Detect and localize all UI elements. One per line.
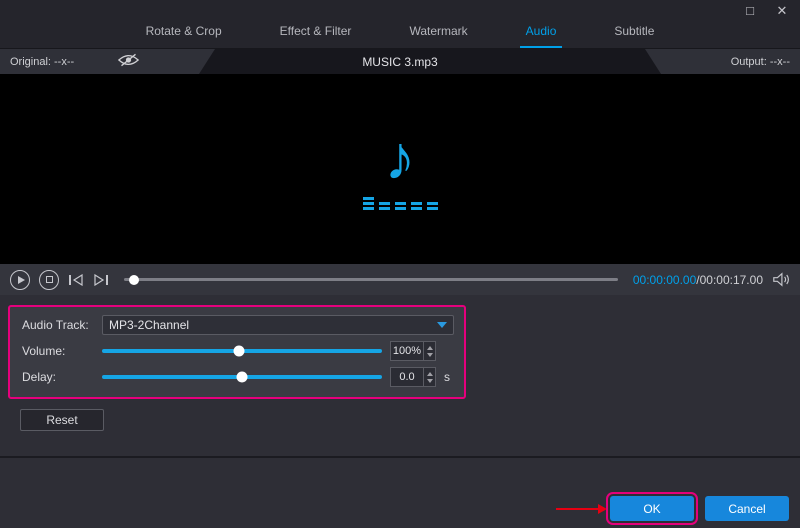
original-label: Original: --x--	[10, 56, 74, 68]
top-bar: □ ✕ Rotate & Crop Effect & Filter Waterm…	[0, 0, 800, 49]
spin-up-icon[interactable]	[427, 372, 433, 376]
preview-area: ♪	[0, 74, 800, 264]
annotation-arrow	[556, 508, 598, 510]
music-note-icon: ♪	[385, 128, 416, 190]
delay-label: Delay:	[22, 370, 94, 384]
delay-unit: s	[444, 370, 454, 384]
audio-track-select[interactable]: MP3-2Channel	[102, 315, 454, 335]
tab-subtitle[interactable]: Subtitle	[608, 18, 660, 48]
info-bar: MUSIC 3.mp3 Original: --x-- Output: --x-…	[0, 49, 800, 74]
ok-button[interactable]: OK	[610, 496, 694, 521]
tab-bar: Rotate & Crop Effect & Filter Watermark …	[0, 18, 800, 48]
stop-icon	[46, 276, 53, 283]
play-button[interactable]	[10, 270, 30, 290]
volume-slider-handle[interactable]	[234, 346, 245, 357]
original-info: Original: --x--	[0, 49, 215, 74]
tab-watermark[interactable]: Watermark	[403, 18, 473, 48]
delay-input[interactable]: 0.0	[390, 367, 436, 387]
player-bar: 00:00:00.00/00:00:17.00	[0, 264, 800, 295]
audio-track-value: MP3-2Channel	[109, 318, 189, 332]
window-controls: □ ✕	[742, 3, 790, 19]
tab-audio[interactable]: Audio	[520, 18, 563, 48]
skip-forward-icon	[93, 274, 109, 286]
spin-up-icon[interactable]	[427, 346, 433, 350]
previous-frame-button[interactable]	[68, 274, 84, 286]
volume-value: 100%	[391, 342, 423, 360]
next-frame-button[interactable]	[93, 274, 109, 286]
current-time: 00:00:00.00	[633, 273, 696, 287]
equalizer-bars-icon	[363, 194, 438, 210]
delay-row: Delay: 0.0 s	[22, 364, 454, 390]
chevron-down-icon	[437, 322, 447, 328]
reset-button[interactable]: Reset	[20, 409, 104, 431]
editor-window: □ ✕ Rotate & Crop Effect & Filter Waterm…	[0, 0, 800, 528]
volume-mute-button[interactable]	[772, 272, 790, 287]
spin-down-icon[interactable]	[427, 379, 433, 383]
delay-spinner[interactable]	[423, 368, 435, 386]
time-display: 00:00:00.00/00:00:17.00	[633, 273, 763, 287]
delay-slider-handle[interactable]	[237, 372, 248, 383]
volume-input[interactable]: 100%	[390, 341, 436, 361]
stop-button[interactable]	[39, 270, 59, 290]
audio-track-row: Audio Track: MP3-2Channel	[22, 312, 454, 338]
delay-slider[interactable]	[102, 375, 382, 379]
volume-row: Volume: 100%	[22, 338, 454, 364]
bottom-bar: OK Cancel	[0, 456, 800, 528]
close-button[interactable]: ✕	[774, 3, 790, 19]
total-time: /00:00:17.00	[696, 273, 763, 287]
skip-back-icon	[68, 274, 84, 286]
output-info: Output: --x--	[645, 49, 800, 74]
audio-settings-panel: Audio Track: MP3-2Channel Volume: 100% D…	[8, 305, 466, 399]
spin-down-icon[interactable]	[427, 353, 433, 357]
delay-value: 0.0	[391, 368, 423, 386]
audio-track-label: Audio Track:	[22, 318, 94, 332]
seek-handle[interactable]	[129, 275, 139, 285]
volume-slider[interactable]	[102, 349, 382, 353]
cancel-button[interactable]: Cancel	[705, 496, 789, 521]
speaker-icon	[772, 272, 790, 287]
seek-slider[interactable]	[124, 278, 618, 281]
play-icon	[18, 276, 25, 284]
volume-spinner[interactable]	[423, 342, 435, 360]
tab-effect-and-filter[interactable]: Effect & Filter	[274, 18, 358, 48]
volume-label: Volume:	[22, 344, 94, 358]
output-label: Output: --x--	[731, 56, 790, 68]
preview-eye-toggle-icon[interactable]	[118, 53, 139, 70]
maximize-button[interactable]: □	[742, 3, 758, 19]
tab-rotate-and-crop[interactable]: Rotate & Crop	[140, 18, 228, 48]
